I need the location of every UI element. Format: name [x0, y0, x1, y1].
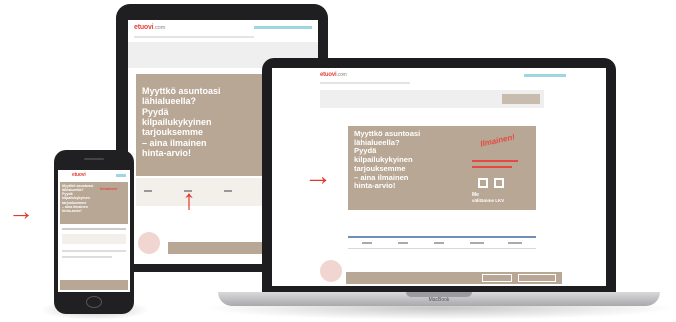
laptop-footer-button[interactable] — [482, 274, 512, 282]
laptop-badge-line2: välitämme LKV — [472, 198, 505, 203]
laptop-nav-item[interactable] — [398, 242, 408, 244]
laptop-footer-button[interactable] — [518, 274, 556, 282]
laptop-nav-rule — [348, 236, 536, 238]
laptop-hero-red-line — [472, 166, 512, 168]
phone-hero-banner[interactable]: Myyttkö asuntoasi lähialueella? Pyydä ki… — [60, 182, 128, 224]
laptop-hero-text: Myyttkö asuntoasi lähialueella? Pyydä ki… — [354, 129, 421, 191]
phone-text-line — [62, 256, 112, 258]
laptop-top-badge — [502, 94, 540, 104]
laptop-nav-item[interactable] — [508, 242, 522, 244]
phone-hero-tag: Ilmainen! — [100, 186, 118, 191]
tablet-hero-text: Myyttkö asuntoasi lähialueella? Pyydä ki… — [142, 86, 221, 159]
arrow-right-icon: → — [8, 196, 34, 226]
laptop-brand-label: MacBook — [428, 297, 450, 303]
laptop-nav[interactable] — [320, 82, 410, 84]
phone-menu-link[interactable] — [116, 174, 126, 177]
laptop-hero-tag: Ilmainen! — [479, 132, 516, 149]
laptop-logo[interactable]: etuovi.com — [320, 72, 347, 78]
laptop-contact-link[interactable] — [524, 74, 566, 77]
phone-screen: etuovi Myyttkö asuntoasi lähialueella? P… — [58, 170, 130, 292]
phone-content-band — [62, 234, 126, 244]
laptop-nav-item[interactable] — [362, 242, 372, 244]
tablet-logo[interactable]: etuovi.com — [134, 24, 165, 31]
tablet-agent-avatar — [138, 232, 160, 254]
arrow-up-icon: ↑ — [182, 184, 196, 215]
phone-home-button[interactable] — [86, 296, 102, 308]
house-icon — [494, 178, 504, 188]
house-icon — [478, 178, 488, 188]
tablet-nav-item[interactable] — [144, 190, 152, 192]
phone-hero-text: Myyttkö asuntoasi lähialueella? Pyydä ki… — [62, 184, 94, 213]
phone-speaker — [84, 158, 104, 160]
laptop-hero-red-line — [472, 160, 518, 162]
tablet-contact-link[interactable] — [254, 26, 312, 29]
laptop-hero-banner[interactable]: Myyttkö asuntoasi lähialueella? Pyydä ki… — [348, 126, 536, 210]
arrow-right-icon: → — [304, 160, 332, 191]
laptop-agent-avatar — [320, 260, 342, 282]
phone-footer-band — [60, 280, 128, 290]
phone-text-line — [62, 250, 126, 252]
laptop-divider — [348, 248, 536, 249]
phone-logo[interactable]: etuovi — [72, 172, 86, 178]
laptop-nav-item[interactable] — [434, 242, 444, 244]
tablet-nav-item[interactable] — [224, 190, 232, 192]
laptop-nav-item[interactable] — [470, 242, 484, 244]
tablet-nav[interactable] — [134, 36, 254, 38]
phone-nav[interactable] — [62, 228, 126, 230]
